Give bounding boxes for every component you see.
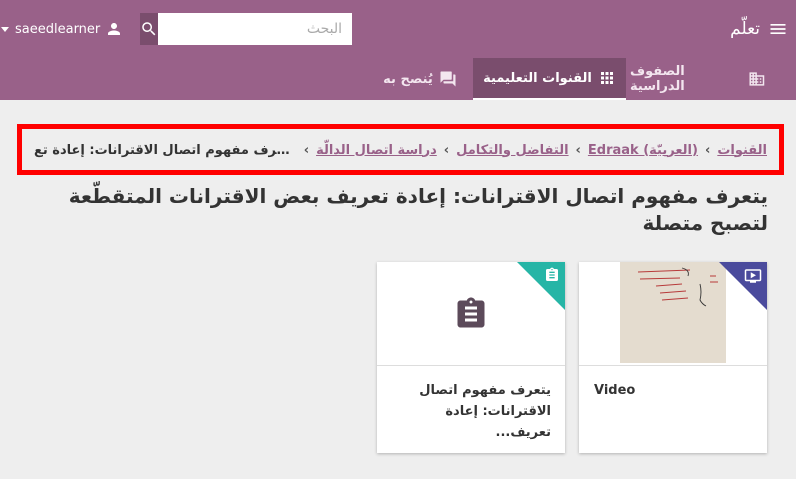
search-box: [140, 13, 352, 45]
tab-classes[interactable]: الصفوف الدراسية: [630, 58, 766, 100]
person-icon: [108, 23, 121, 35]
search-input[interactable]: [158, 13, 352, 45]
chevron-down-icon: [1, 26, 9, 32]
breadcrumb-item-channels[interactable]: القنوات: [717, 143, 767, 158]
chevron-left-icon: ‹: [303, 142, 310, 158]
chevron-left-icon: ‹: [575, 142, 581, 158]
tab-channels[interactable]: القنوات التعليمية: [473, 58, 626, 100]
search-icon: [142, 22, 156, 36]
content-card-video[interactable]: Video: [579, 262, 767, 453]
tab-recommended[interactable]: يُنصح به: [370, 58, 470, 100]
forum-icon: [440, 71, 456, 87]
video-thumbnail: [579, 262, 767, 366]
breadcrumb-item-calculus[interactable]: التفاضل والتكامل: [456, 143, 568, 158]
business-icon: [749, 72, 765, 86]
content-card-exercise[interactable]: يتعرف مفهوم اتصال الاقترانات: إعادة تعري…: [377, 262, 565, 453]
tab-recommended-label: يُنصح به: [383, 71, 433, 87]
breadcrumb-item-edraak[interactable]: Edraak (العربيّة): [588, 143, 698, 158]
user-menu[interactable]: saeedlearner: [0, 17, 123, 41]
search-button[interactable]: [140, 13, 158, 45]
app-bar: saeedlearner تعلّم الصفوف الدراسية القنو…: [0, 0, 796, 100]
tab-classes-label: الصفوف الدراسية: [630, 64, 685, 94]
breadcrumb: القنوات ‹ Edraak (العربيّة) ‹ التفاضل وا…: [34, 137, 767, 163]
brand: تعلّم: [730, 15, 788, 43]
app-title: تعلّم: [730, 19, 760, 39]
chevron-left-icon: ‹: [704, 142, 711, 158]
clipboard-icon: [457, 297, 485, 328]
breadcrumb-item-continuity[interactable]: دراسة اتصال الدالّة: [316, 143, 437, 158]
video-icon: [744, 269, 762, 283]
page-title: يتعرف مفهوم اتصال الاقترانات: إعادة تعري…: [68, 184, 768, 235]
card-title: يتعرف مفهوم اتصال الاقترانات: إعادة تعري…: [419, 383, 551, 440]
username: saeedlearner: [15, 21, 101, 37]
menu-icon[interactable]: [768, 19, 788, 39]
breadcrumb-current: يتعرف مفهوم اتصال الاقترانات: إعادة تع..…: [34, 142, 297, 158]
handwritten-notes-thumbnail: [620, 262, 726, 363]
chevron-left-icon: ‹: [443, 142, 450, 158]
tab-channels-label: القنوات التعليمية: [483, 70, 592, 86]
apps-grid-icon: [600, 72, 613, 84]
clipboard-small-icon: [546, 267, 558, 281]
card-title: Video: [594, 383, 636, 398]
exercise-thumbnail: [377, 262, 565, 366]
